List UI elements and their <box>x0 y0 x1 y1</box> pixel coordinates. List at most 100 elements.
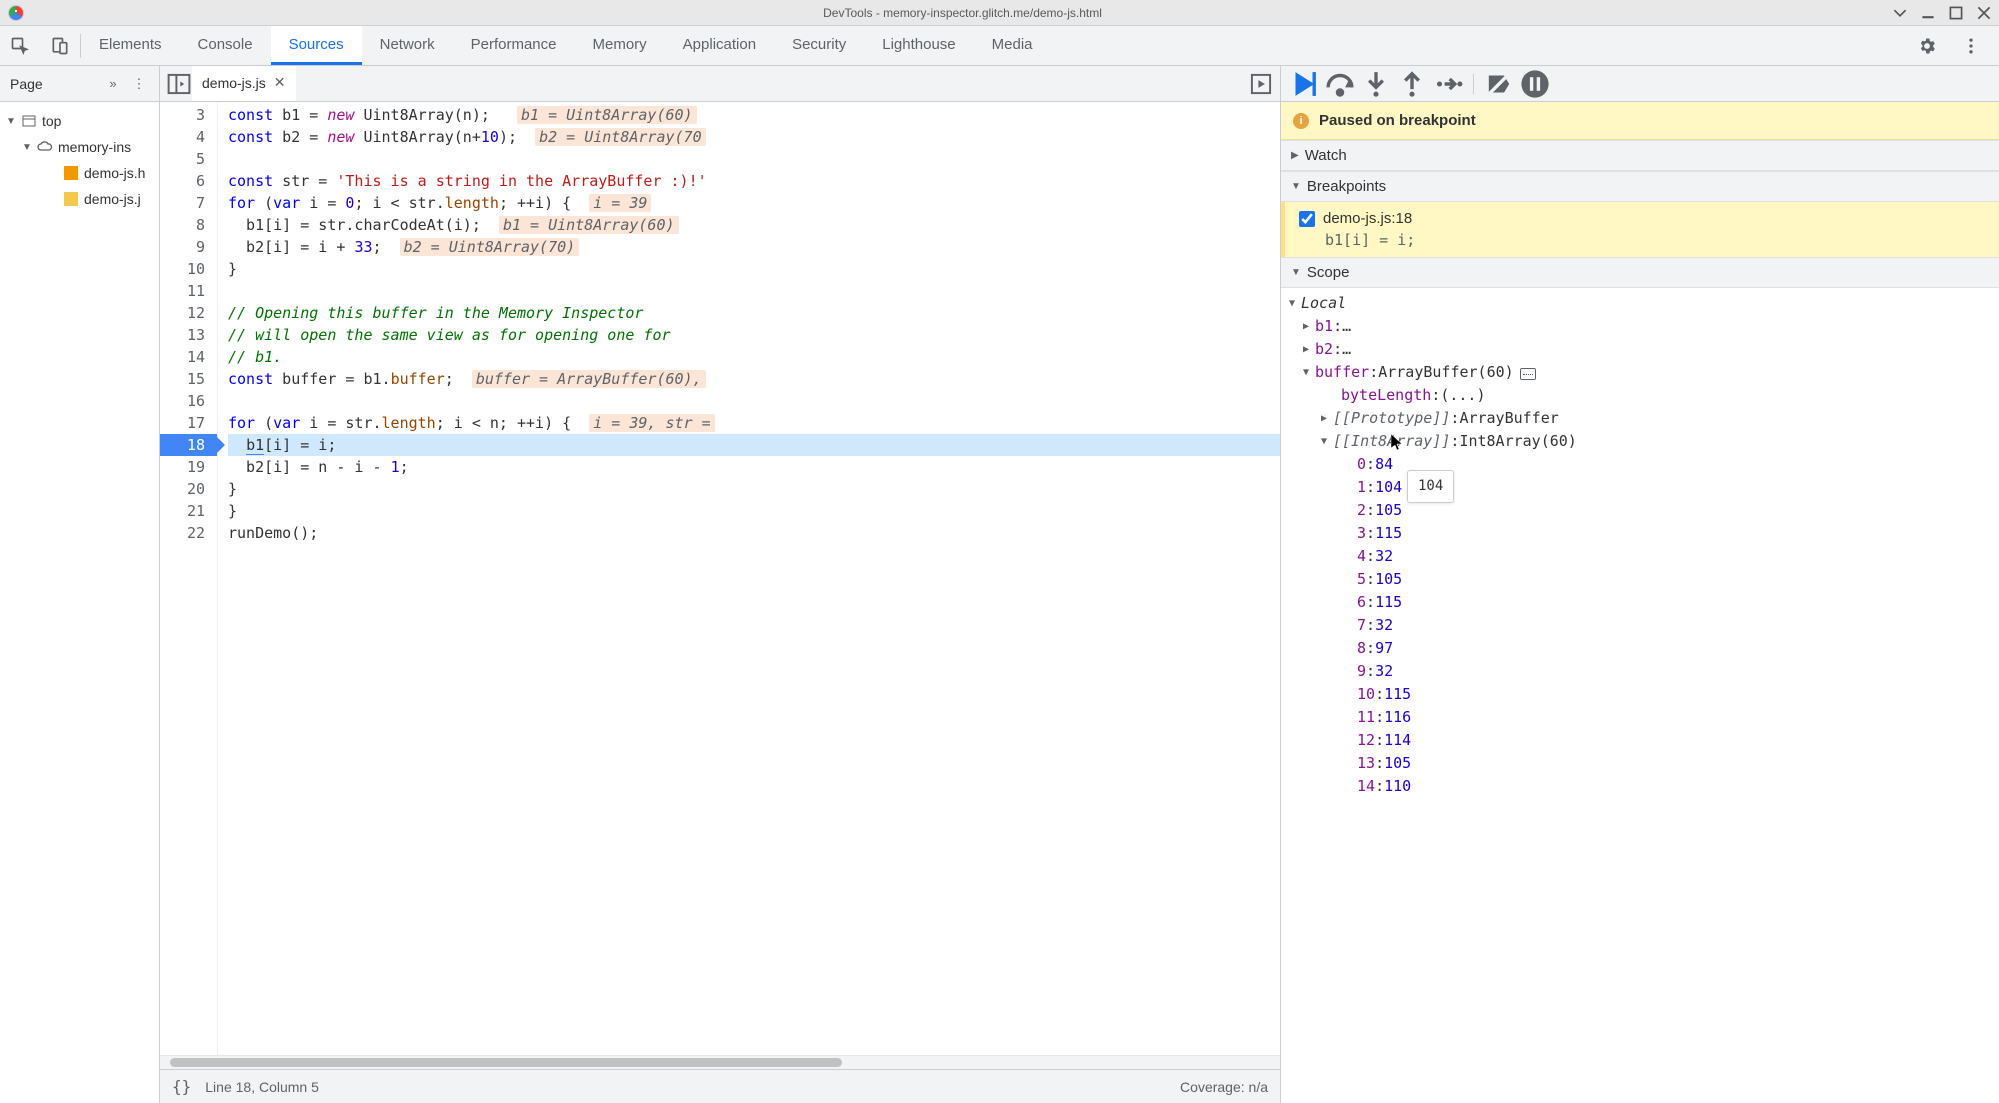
array-entry[interactable]: 4: 32 <box>1281 545 1999 568</box>
chevron-right-icon: ▶ <box>1291 150 1299 161</box>
tab-performance[interactable]: Performance <box>453 26 575 65</box>
tree-item[interactable]: demo-js.j <box>0 186 159 212</box>
scope-group-local: Local <box>1301 292 1346 315</box>
more-icon[interactable] <box>1951 26 1991 66</box>
code-content[interactable]: const b1 = new Uint8Array(n); b1 = Uint8… <box>218 102 1280 1055</box>
chrome-icon <box>8 5 24 21</box>
scope-tree[interactable]: ▼Local ▶b1: … ▶b2: … ▼buffer: ArrayBuffe… <box>1281 288 1999 802</box>
watch-section-header[interactable]: ▶ Watch <box>1281 140 1999 171</box>
devtools-toolbar: ElementsConsoleSourcesNetworkPerformance… <box>0 26 1999 66</box>
array-entry[interactable]: 13: 105 <box>1281 752 1999 775</box>
array-entry[interactable]: 2: 105 <box>1281 499 1999 522</box>
paused-banner: i Paused on breakpoint <box>1281 102 1999 140</box>
chevron-down-icon: ▼ <box>1291 181 1301 192</box>
breakpoint-location: demo-js.js:18 <box>1323 210 1412 227</box>
editor-tab-label: demo-js.js <box>202 75 266 91</box>
paused-text: Paused on breakpoint <box>1319 112 1476 129</box>
navigator-header: Page » ⋮ <box>0 66 159 102</box>
window-titlebar: DevTools - memory-inspector.glitch.me/de… <box>0 0 1999 26</box>
array-entry[interactable]: 6: 115 <box>1281 591 1999 614</box>
deactivate-breakpoints-button[interactable] <box>1482 70 1516 98</box>
tab-console[interactable]: Console <box>180 26 271 65</box>
pause-on-exceptions-button[interactable] <box>1518 70 1552 98</box>
chevron-down-icon[interactable] <box>1893 6 1907 20</box>
array-entry[interactable]: 0: 84 <box>1281 453 1999 476</box>
scrollbar-thumb[interactable] <box>170 1058 842 1067</box>
breakpoint-checkbox[interactable] <box>1299 211 1315 227</box>
close-icon[interactable] <box>1977 6 1991 20</box>
tab-elements[interactable]: Elements <box>81 26 180 65</box>
separator <box>1473 74 1474 94</box>
page-navigator: Page » ⋮ ▼top▼memory-insdemo-js.hdemo-js… <box>0 66 160 1103</box>
pretty-print-icon[interactable]: {} <box>172 1077 191 1096</box>
editor-tabs: demo-js.js ✕ <box>160 66 1280 102</box>
breakpoint-item[interactable]: demo-js.js:18 b1[i] = i; <box>1281 202 1999 257</box>
editor-status-bar: {} Line 18, Column 5 Coverage: n/a <box>160 1069 1280 1103</box>
maximize-icon[interactable] <box>1949 6 1963 20</box>
scope-var-b1[interactable]: ▶b1: … <box>1281 315 1999 338</box>
tree-item[interactable]: ▼memory-ins <box>0 134 159 160</box>
array-entry[interactable]: 1: 104 <box>1281 476 1999 499</box>
tab-application[interactable]: Application <box>665 26 774 65</box>
scope-prototype[interactable]: ▶[[Prototype]]: ArrayBuffer <box>1281 407 1999 430</box>
file-tree: ▼top▼memory-insdemo-js.hdemo-js.j <box>0 102 159 218</box>
editor-area: demo-js.js ✕ 345678910111213141516171819… <box>160 66 1281 1103</box>
tab-media[interactable]: Media <box>974 26 1051 65</box>
memory-inspector-icon[interactable] <box>1520 368 1536 380</box>
array-entry[interactable]: 11: 116 <box>1281 706 1999 729</box>
step-out-button[interactable] <box>1395 70 1429 98</box>
watch-label: Watch <box>1305 147 1347 164</box>
line-gutter[interactable]: 345678910111213141516171819202122 <box>160 102 218 1055</box>
array-entry[interactable]: 5: 105 <box>1281 568 1999 591</box>
navigator-tab-label[interactable]: Page <box>10 76 97 92</box>
window-title: DevTools - memory-inspector.glitch.me/de… <box>32 6 1893 20</box>
code-editor[interactable]: 345678910111213141516171819202122 const … <box>160 102 1280 1055</box>
toggle-navigator-icon[interactable] <box>166 71 192 97</box>
tree-item[interactable]: demo-js.h <box>0 160 159 186</box>
scope-label: Scope <box>1307 264 1350 281</box>
inspect-element-icon[interactable] <box>0 26 40 66</box>
array-entry[interactable]: 12: 114 <box>1281 729 1999 752</box>
tab-lighthouse[interactable]: Lighthouse <box>864 26 973 65</box>
coverage-status: Coverage: n/a <box>1180 1079 1268 1095</box>
tab-network[interactable]: Network <box>362 26 453 65</box>
array-entry[interactable]: 8: 97 <box>1281 637 1999 660</box>
step-button[interactable] <box>1431 70 1465 98</box>
resume-button[interactable] <box>1287 70 1321 98</box>
more-icon[interactable]: ⋮ <box>129 74 149 94</box>
scope-section-header[interactable]: ▼ Scope <box>1281 257 1999 288</box>
array-entry[interactable]: 10: 115 <box>1281 683 1999 706</box>
window-controls <box>1893 6 1991 20</box>
tab-security[interactable]: Security <box>774 26 864 65</box>
scope-var-b2[interactable]: ▶b2: … <box>1281 338 1999 361</box>
scope-bytelength[interactable]: byteLength: (...) <box>1281 384 1999 407</box>
run-snippet-icon[interactable] <box>1248 71 1274 97</box>
breakpoints-section-header[interactable]: ▼ Breakpoints <box>1281 171 1999 202</box>
chevron-down-icon: ▼ <box>1291 267 1301 278</box>
breakpoint-code: b1[i] = i; <box>1299 231 1987 249</box>
close-icon[interactable]: ✕ <box>274 74 286 91</box>
array-entry[interactable]: 3: 115 <box>1281 522 1999 545</box>
array-entry[interactable]: 9: 32 <box>1281 660 1999 683</box>
info-icon: i <box>1293 113 1309 129</box>
device-toolbar-icon[interactable] <box>40 26 80 66</box>
overflow-icon[interactable]: » <box>103 74 123 94</box>
cursor-position: Line 18, Column 5 <box>205 1079 319 1095</box>
debugger-panel: i Paused on breakpoint ▶ Watch ▼ Breakpo… <box>1281 66 1999 1103</box>
breakpoints-label: Breakpoints <box>1307 178 1386 195</box>
editor-tab[interactable]: demo-js.js ✕ <box>192 66 296 101</box>
array-entry[interactable]: 14: 110 <box>1281 775 1999 798</box>
editor-scrollbar[interactable] <box>160 1055 1280 1069</box>
settings-icon[interactable] <box>1907 26 1947 66</box>
step-over-button[interactable] <box>1323 70 1357 98</box>
tab-sources[interactable]: Sources <box>271 26 362 65</box>
scope-int8array[interactable]: ▼[[Int8Array]]: Int8Array(60) <box>1281 430 1999 453</box>
minimize-icon[interactable] <box>1921 6 1935 20</box>
panel-tabs: ElementsConsoleSourcesNetworkPerformance… <box>81 26 1907 65</box>
tree-item[interactable]: ▼top <box>0 108 159 134</box>
debugger-toolbar <box>1281 66 1999 102</box>
step-into-button[interactable] <box>1359 70 1393 98</box>
array-entry[interactable]: 7: 32 <box>1281 614 1999 637</box>
scope-var-buffer[interactable]: ▼buffer: ArrayBuffer(60) <box>1281 361 1999 384</box>
tab-memory[interactable]: Memory <box>575 26 665 65</box>
